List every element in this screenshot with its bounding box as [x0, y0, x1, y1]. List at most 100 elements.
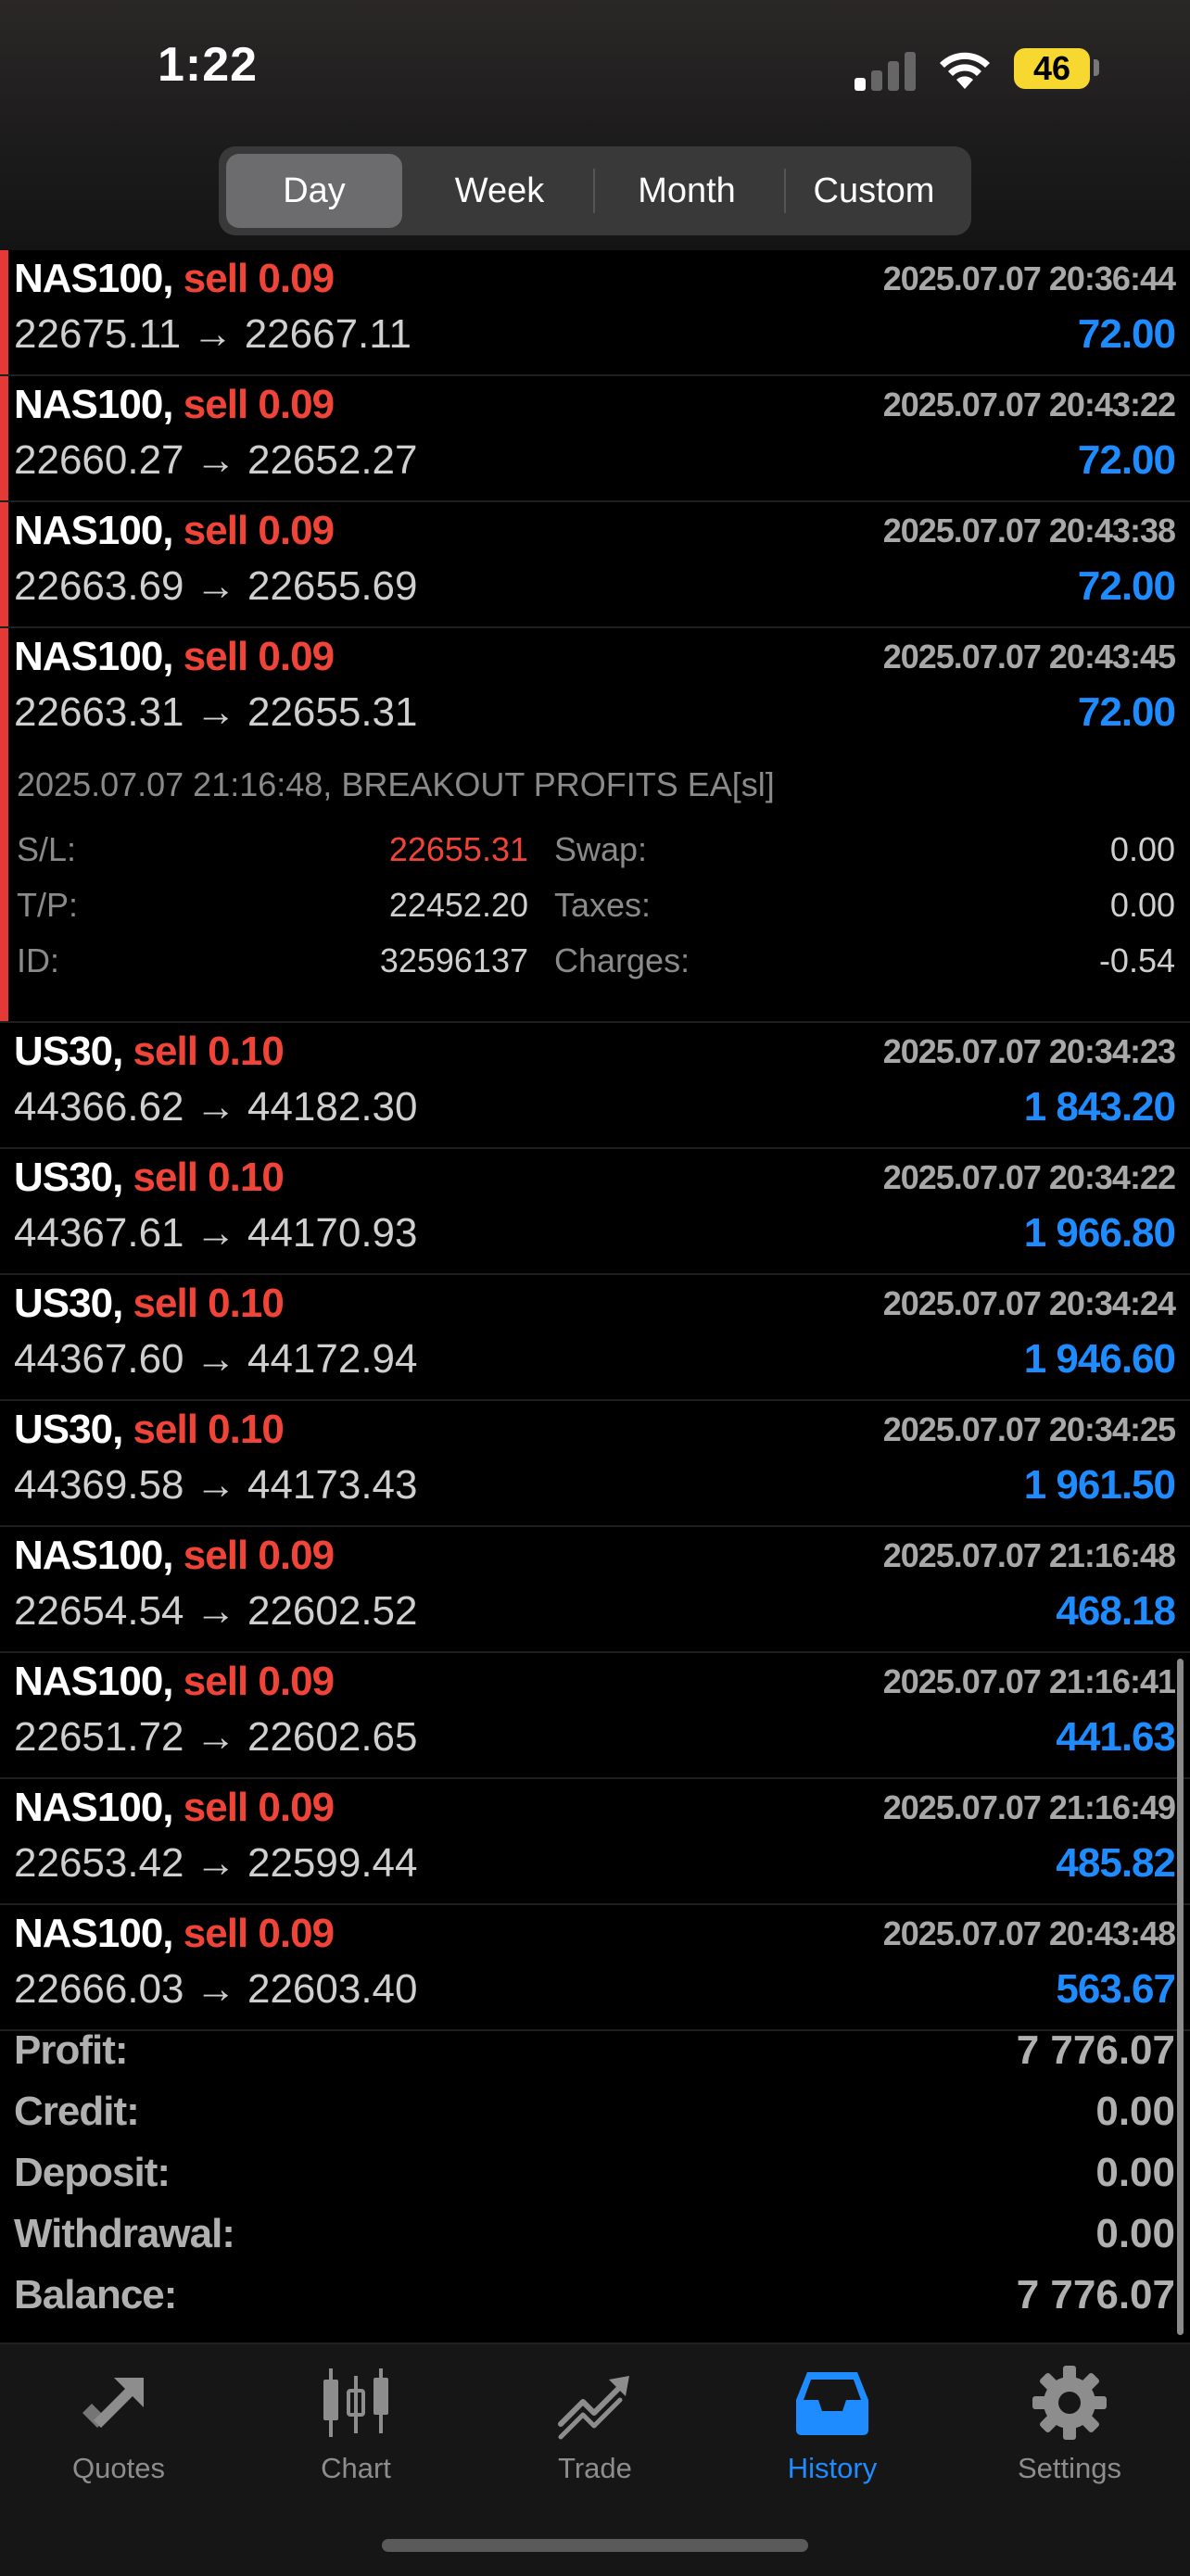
deal-datetime: 2025.07.07 20:34:22 — [882, 1158, 1176, 1196]
deal-side: sell 0.09 — [183, 508, 335, 553]
segment-day[interactable]: Day — [226, 154, 402, 228]
deal-datetime: 2025.07.07 21:16:41 — [882, 1662, 1176, 1700]
summary-value: 7 776.07 — [1016, 2027, 1175, 2073]
deal-profit: 563.67 — [1056, 1966, 1176, 2012]
deal-prices: 22666.03 → 22603.40 — [14, 1966, 418, 2012]
deal-datetime: 2025.07.07 20:34:25 — [882, 1410, 1176, 1448]
tp-label: T/P: — [17, 886, 79, 924]
deal-row[interactable]: US30, sell 0.10 2025.07.07 20:34:25 4436… — [0, 1401, 1190, 1527]
deal-row[interactable]: NAS100, sell 0.09 2025.07.07 21:16:49 22… — [0, 1779, 1190, 1905]
tp-value: 22452.20 — [388, 886, 528, 924]
account-summary: Profit: 7 776.07 Credit: 0.00 Deposit: 0… — [0, 2020, 1190, 2326]
deal-datetime: 2025.07.07 20:36:44 — [882, 259, 1176, 297]
deal-row[interactable]: NAS100, sell 0.09 2025.07.07 20:43:38 22… — [0, 502, 1190, 628]
deal-profit: 441.63 — [1056, 1714, 1176, 1760]
deal-datetime: 2025.07.07 20:43:38 — [882, 511, 1176, 549]
segment-custom[interactable]: Custom — [786, 154, 962, 228]
deal-datetime: 2025.07.07 20:43:48 — [882, 1914, 1176, 1952]
id-value: 32596137 — [379, 941, 528, 979]
tab-history[interactable]: History — [740, 2363, 925, 2502]
taxes-label: Taxes: — [554, 886, 652, 924]
deal-datetime: 2025.07.07 21:16:49 — [882, 1788, 1176, 1826]
deal-row[interactable]: NAS100, sell 0.09 2025.07.07 21:16:41 22… — [0, 1653, 1190, 1779]
deal-datetime: 2025.07.07 20:34:23 — [882, 1032, 1176, 1070]
charges-value: -0.54 — [1098, 941, 1175, 979]
deal-symbol: NAS100, sell 0.09 — [14, 382, 335, 427]
deal-symbol: NAS100, sell 0.09 — [14, 508, 335, 553]
deal-datetime: 2025.07.07 21:16:48 — [882, 1536, 1176, 1574]
scrollbar[interactable] — [1177, 1659, 1184, 2335]
deals-list: NAS100, sell 0.09 2025.07.07 20:36:44 22… — [0, 250, 1190, 2031]
charges-label: Charges: — [554, 941, 690, 979]
swap-value: 0.00 — [1109, 830, 1175, 868]
summary-label: Credit: — [14, 2089, 140, 2134]
deal-symbol: US30, sell 0.10 — [14, 1407, 285, 1452]
deal-comment: 2025.07.07 21:16:48, BREAKOUT PROFITS EA… — [17, 765, 775, 803]
sl-value: 22655.31 — [388, 830, 528, 868]
header: 1:22 46 Day Week Month Custom — [0, 0, 1190, 250]
tab-settings[interactable]: Settings — [977, 2363, 1162, 2502]
tab-chart[interactable]: Chart — [263, 2363, 449, 2502]
deal-row[interactable]: NAS100, sell 0.09 2025.07.07 20:36:44 22… — [0, 250, 1190, 376]
deal-row[interactable]: US30, sell 0.10 2025.07.07 20:34:22 4436… — [0, 1149, 1190, 1275]
deal-side: sell 0.09 — [183, 1785, 335, 1830]
deal-row[interactable]: US30, sell 0.10 2025.07.07 20:34:23 4436… — [0, 1023, 1190, 1149]
deal-side: sell 0.09 — [183, 256, 335, 301]
quotes-icon — [82, 2378, 144, 2428]
summary-value: 7 776.07 — [1016, 2272, 1175, 2317]
summary-label: Deposit: — [14, 2150, 171, 2195]
deal-side: sell 0.10 — [133, 1155, 285, 1200]
summary-row-withdrawal: Withdrawal: 0.00 — [0, 2203, 1190, 2265]
gear-icon — [1032, 2366, 1107, 2440]
segment-week[interactable]: Week — [411, 154, 588, 228]
deal-side: sell 0.10 — [133, 1407, 285, 1452]
home-indicator — [382, 2539, 808, 2552]
deal-prices: 22663.69 → 22655.69 — [14, 563, 418, 609]
tab-label: Chart — [321, 2452, 391, 2484]
deal-prices: 22675.11 → 22667.11 — [14, 311, 411, 357]
deal-row[interactable]: NAS100, sell 0.09 2025.07.07 20:43:22 22… — [0, 376, 1190, 502]
trade-icon — [558, 2376, 629, 2440]
summary-value: 0.00 — [1095, 2150, 1175, 2195]
deal-symbol: US30, sell 0.10 — [14, 1281, 285, 1326]
tab-trade[interactable]: Trade — [502, 2363, 688, 2502]
tab-label: Settings — [1017, 2452, 1121, 2484]
deal-row[interactable]: US30, sell 0.10 2025.07.07 20:34:24 4436… — [0, 1275, 1190, 1401]
deal-prices: 44369.58 → 44173.43 — [14, 1462, 418, 1508]
chart-icon — [323, 2368, 388, 2437]
deal-datetime: 2025.07.07 20:34:24 — [882, 1284, 1176, 1322]
deal-datetime: 2025.07.07 20:43:45 — [882, 638, 1176, 676]
deal-side: sell 0.10 — [133, 1281, 285, 1326]
wifi-icon — [940, 52, 990, 89]
summary-row-credit: Credit: 0.00 — [0, 2081, 1190, 2142]
deal-symbol: US30, sell 0.10 — [14, 1029, 285, 1074]
segment-divider — [593, 169, 595, 213]
taxes-value: 0.00 — [1109, 886, 1175, 924]
tab-quotes[interactable]: Quotes — [26, 2363, 211, 2502]
deal-profit: 72.00 — [1077, 563, 1176, 609]
summary-row-balance: Balance: 7 776.07 — [0, 2265, 1190, 2326]
tab-bar: Quotes Chart Trade History Settings — [0, 2342, 1190, 2576]
deal-side: sell 0.09 — [183, 1533, 335, 1578]
deal-side: sell 0.10 — [133, 1029, 285, 1074]
deal-side: sell 0.09 — [183, 1659, 335, 1704]
deal-row[interactable]: NAS100, sell 0.09 2025.07.07 21:16:48 22… — [0, 1527, 1190, 1653]
history-icon — [796, 2372, 868, 2435]
deal-profit: 1 966.80 — [1023, 1210, 1176, 1256]
deal-profit: 72.00 — [1077, 437, 1176, 483]
summary-label: Withdrawal: — [14, 2211, 235, 2256]
period-segmented-control: Day Week Month Custom — [219, 146, 971, 235]
swap-label: Swap: — [554, 830, 648, 868]
tab-label: Trade — [558, 2452, 632, 2484]
cellular-signal-icon — [855, 48, 919, 91]
deal-symbol: NAS100, sell 0.09 — [14, 1785, 335, 1830]
deal-symbol: NAS100, sell 0.09 — [14, 634, 335, 679]
segment-month[interactable]: Month — [599, 154, 775, 228]
deal-profit: 468.18 — [1056, 1588, 1176, 1634]
deal-row-expanded[interactable]: NAS100, sell 0.09 2025.07.07 20:43:45 22… — [0, 628, 1190, 752]
deal-prices: 44366.62 → 44182.30 — [14, 1084, 418, 1130]
deal-side: sell 0.09 — [183, 634, 335, 679]
deal-row[interactable]: NAS100, sell 0.09 2025.07.07 20:43:48 22… — [0, 1905, 1190, 2031]
deal-symbol: NAS100, sell 0.09 — [14, 1533, 335, 1578]
deal-side: sell 0.09 — [183, 1911, 335, 1956]
